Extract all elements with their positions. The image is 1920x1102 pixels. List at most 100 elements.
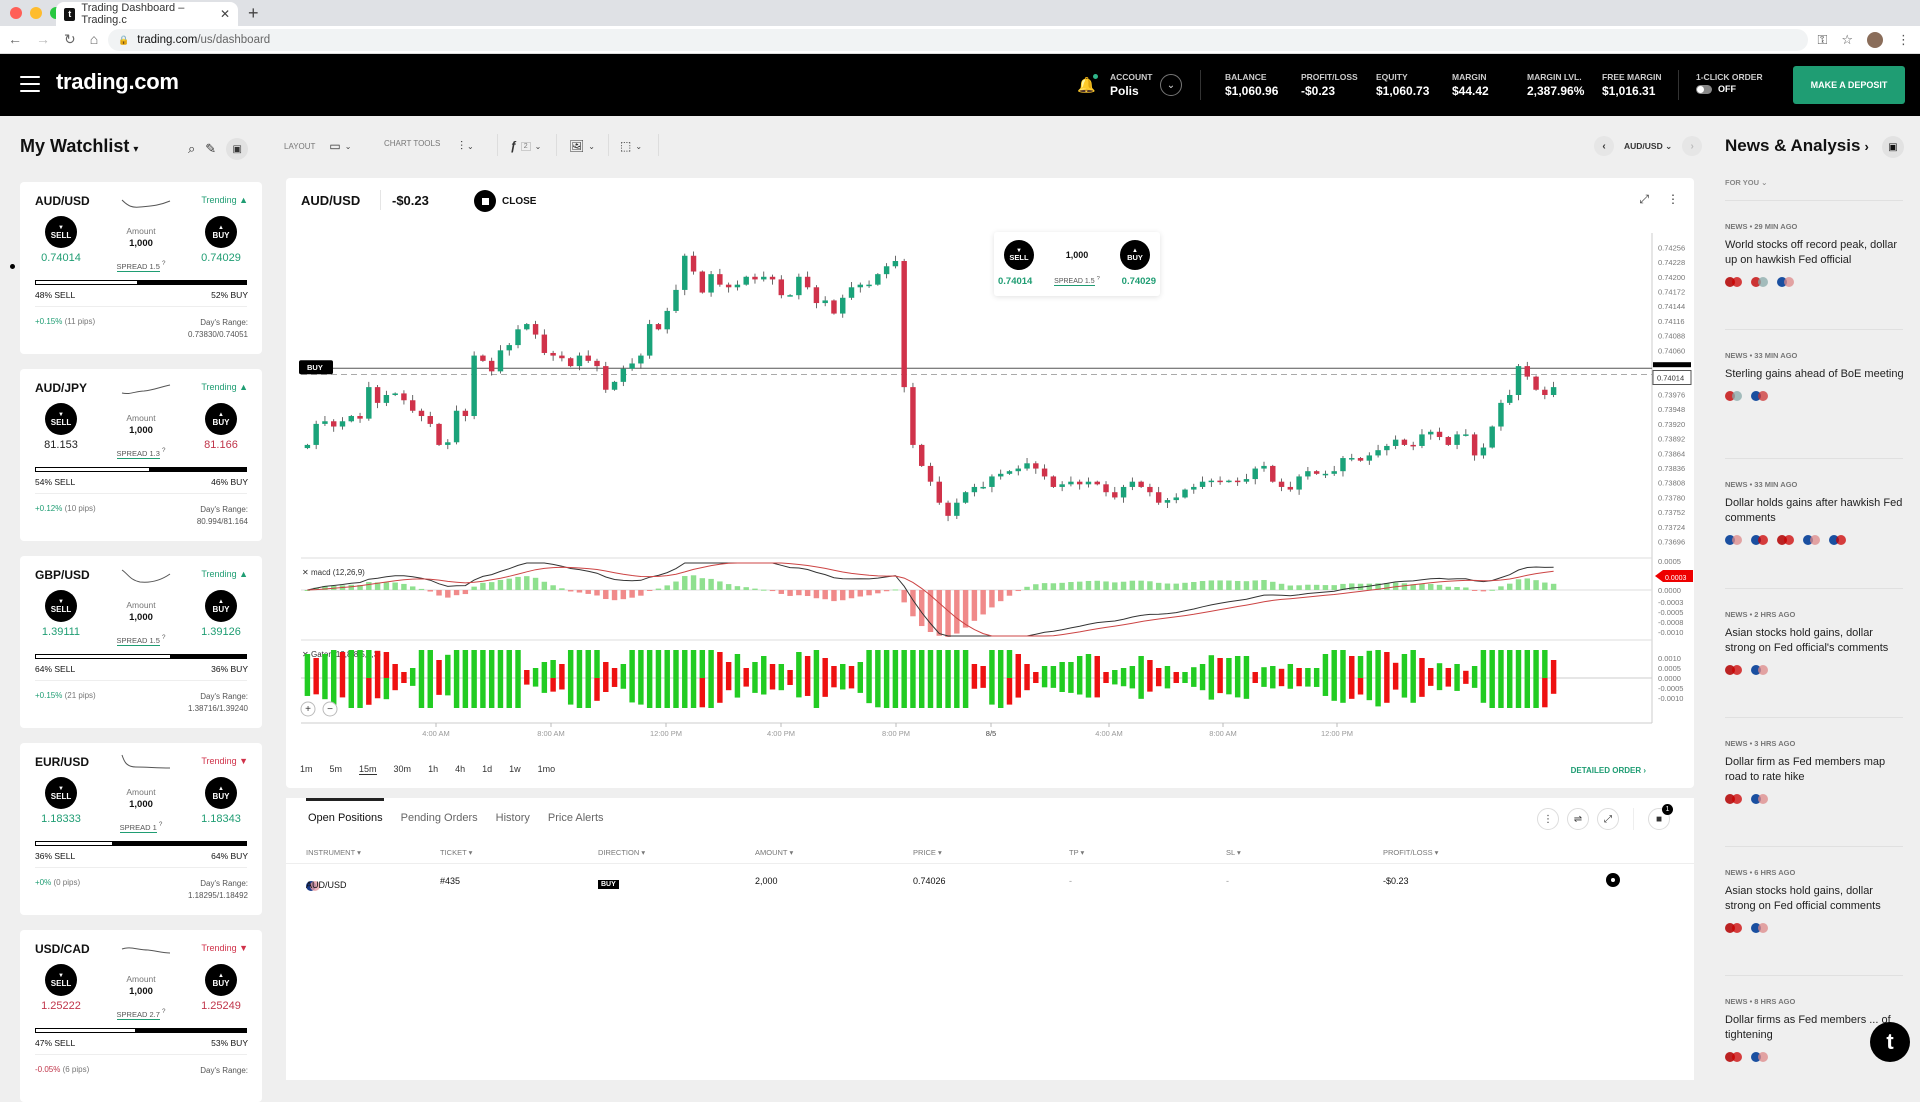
gator-lower-bar bbox=[743, 678, 749, 687]
account-dropdown-chevron-icon[interactable]: ⌄ bbox=[1160, 74, 1182, 96]
macd-histogram-bar bbox=[1331, 585, 1337, 590]
news-item[interactable]: NEWS • 3 HRS AGO Dollar firm as Fed memb… bbox=[1725, 739, 1905, 804]
minimize-window-button[interactable] bbox=[30, 7, 42, 19]
watchlist-title[interactable]: My Watchlist ▾ bbox=[20, 136, 138, 157]
watchlist-card[interactable]: USD/CAD Trending ▼ ▼ SELL Amount 1,000 ▲ B… bbox=[20, 930, 262, 1102]
column-header[interactable]: TICKET ▾ bbox=[440, 848, 472, 857]
home-icon[interactable]: ⌂ bbox=[90, 31, 98, 48]
indicators-dropdown[interactable]: ƒ 2 ⌄ bbox=[510, 139, 541, 153]
news-title[interactable]: News & Analysis › bbox=[1725, 136, 1869, 156]
previous-pair-button[interactable]: ‹ bbox=[1594, 136, 1614, 156]
column-header[interactable]: DIRECTION ▾ bbox=[598, 848, 645, 857]
close-window-button[interactable] bbox=[10, 7, 22, 19]
key-icon[interactable]: ⚿ bbox=[1817, 32, 1827, 48]
edit-pencil-icon[interactable]: ✎ bbox=[205, 141, 216, 157]
search-icon[interactable]: ⌕ bbox=[188, 141, 195, 157]
column-header[interactable]: INSTRUMENT ▾ bbox=[306, 848, 361, 857]
timeframe-5m[interactable]: 5m bbox=[330, 764, 343, 775]
macd-histogram-bar bbox=[1489, 589, 1495, 591]
buy-button[interactable]: ▲ BUY bbox=[205, 403, 237, 435]
expand-icon[interactable]: ⤢ bbox=[1597, 808, 1619, 830]
pair-selector[interactable]: AUD/USD ⌄ bbox=[1624, 141, 1672, 152]
collapse-panel-icon[interactable]: ▣ bbox=[226, 138, 249, 160]
close-tab-icon[interactable]: ✕ bbox=[220, 7, 230, 21]
profile-avatar[interactable] bbox=[1867, 32, 1883, 48]
days-range: Day's Range: 1.38716/1.39240 bbox=[187, 692, 248, 713]
back-icon[interactable]: ← bbox=[8, 31, 22, 48]
news-headline[interactable]: Asian stocks hold gains, dollar strong o… bbox=[1725, 626, 1905, 656]
buy-button[interactable]: ▲ BUY bbox=[205, 964, 237, 996]
next-pair-button[interactable]: › bbox=[1682, 136, 1703, 156]
timeframe-1w[interactable]: 1w bbox=[509, 764, 521, 775]
one-click-toggle[interactable] bbox=[1696, 85, 1712, 95]
column-header[interactable]: PROFIT/LOSS ▾ bbox=[1383, 848, 1438, 857]
news-headline[interactable]: Dollar firm as Fed members map road to r… bbox=[1725, 755, 1905, 785]
buy-button[interactable]: ▲ BUY bbox=[205, 590, 237, 622]
close-all-button[interactable]: ■ 1 bbox=[1648, 804, 1673, 830]
position-row[interactable]: AUD/USD #435 BUY 2,000 0.74026 - - -$0.2… bbox=[286, 872, 1694, 898]
news-item[interactable]: NEWS • 33 MIN AGO Dollar holds gains aft… bbox=[1725, 480, 1905, 545]
timeframe-4h[interactable]: 4h bbox=[455, 764, 465, 775]
timeframe-1mo[interactable]: 1mo bbox=[538, 764, 556, 775]
macd-histogram-bar bbox=[787, 590, 793, 596]
news-headline[interactable]: Sterling gains ahead of BoE meeting bbox=[1725, 367, 1905, 382]
gator-lower-bar bbox=[1454, 678, 1460, 691]
timeframe-15m[interactable]: 15m bbox=[359, 764, 377, 775]
watchlist-card[interactable]: AUD/JPY Trending ▲ ▼ SELL Amount 1,000 ▲ B… bbox=[20, 369, 262, 541]
column-header[interactable]: SL ▾ bbox=[1226, 848, 1241, 857]
watchlist-card[interactable]: AUD/USD Trending ▲ ▼ SELL Amount 1,000 ▲ B… bbox=[20, 182, 262, 354]
buy-button[interactable]: ▲ BUY bbox=[205, 216, 237, 248]
bookmark-star-icon[interactable]: ☆ bbox=[1841, 32, 1853, 48]
column-header[interactable]: PRICE ▾ bbox=[913, 848, 942, 857]
new-tab-button[interactable]: + bbox=[248, 3, 259, 24]
chart-type-dropdown[interactable]: ⫶ ⌄ bbox=[460, 139, 474, 154]
gator-upper-bar bbox=[1261, 667, 1267, 678]
news-headline[interactable]: Dollar holds gains after hawkish Fed com… bbox=[1725, 496, 1905, 526]
news-item[interactable]: NEWS • 29 MIN AGO World stocks off recor… bbox=[1725, 222, 1905, 287]
column-header[interactable]: TP ▾ bbox=[1069, 848, 1084, 857]
notification-bell-icon[interactable]: 🔔 bbox=[1077, 74, 1098, 94]
positions-tab[interactable]: Pending Orders bbox=[401, 812, 478, 824]
watchlist-card[interactable]: GBP/USD Trending ▲ ▼ SELL Amount 1,000 ▲ B… bbox=[20, 556, 262, 728]
hamburger-menu-icon[interactable] bbox=[20, 76, 40, 92]
news-headline[interactable]: World stocks off record peak, dollar up … bbox=[1725, 238, 1905, 268]
one-click-label: 1-CLICK ORDER bbox=[1696, 72, 1763, 82]
news-item[interactable]: NEWS • 2 HRS AGO Asian stocks hold gains… bbox=[1725, 610, 1905, 675]
reload-icon[interactable]: ↻ bbox=[64, 31, 76, 48]
url-input[interactable]: 🔒 trading.com/us/dashboard bbox=[108, 29, 1808, 51]
news-item[interactable]: NEWS • 6 HRS AGO Asian stocks hold gains… bbox=[1725, 868, 1905, 933]
browser-tab[interactable]: t Trading Dashboard – Trading.c ✕ bbox=[56, 2, 238, 26]
collapse-news-icon[interactable]: ▣ bbox=[1882, 136, 1904, 158]
positions-tab[interactable]: Open Positions bbox=[308, 812, 383, 824]
macd-histogram-bar bbox=[550, 585, 556, 590]
forward-icon[interactable]: → bbox=[36, 31, 50, 48]
time-tick-label: 8:00 AM bbox=[537, 729, 565, 738]
close-position-icon[interactable] bbox=[1606, 873, 1620, 887]
chart-template-dropdown[interactable]: 🖼 ⌄ bbox=[569, 139, 595, 153]
browser-menu-icon[interactable]: ⋮ bbox=[1897, 32, 1910, 48]
candle-body bbox=[383, 395, 390, 403]
positions-tab[interactable]: Price Alerts bbox=[548, 812, 604, 824]
news-filter-dropdown[interactable]: FOR YOU ⌄ bbox=[1725, 178, 1767, 187]
more-options-icon[interactable]: ⋮ bbox=[1537, 808, 1559, 830]
logo[interactable]: trading.com bbox=[56, 69, 179, 95]
column-header[interactable]: AMOUNT ▾ bbox=[755, 848, 793, 857]
make-deposit-button[interactable]: MAKE A DEPOSIT bbox=[1793, 66, 1905, 104]
detailed-order-link[interactable]: DETAILED ORDER › bbox=[1571, 766, 1646, 775]
timeframe-1d[interactable]: 1d bbox=[482, 764, 492, 775]
filter-settings-icon[interactable]: ⇌ bbox=[1567, 808, 1589, 830]
news-item[interactable]: NEWS • 33 MIN AGO Sterling gains ahead o… bbox=[1725, 351, 1905, 401]
timeframe-30m[interactable]: 30m bbox=[394, 764, 412, 775]
account-selector[interactable]: ACCOUNT Polis bbox=[1110, 72, 1153, 98]
positions-tab[interactable]: History bbox=[496, 812, 530, 824]
price-chart[interactable]: 0.74256 0.74228 0.74200 0.74172 0.74144 0.741… bbox=[286, 178, 1694, 788]
timeframe-1m[interactable]: 1m bbox=[300, 764, 313, 775]
layout-control[interactable]: LAYOUT ▭ ⌄ bbox=[284, 139, 351, 153]
timeframe-1h[interactable]: 1h bbox=[428, 764, 438, 775]
buy-button[interactable]: ▲ BUY bbox=[205, 777, 237, 809]
watchlist-card[interactable]: EUR/USD Trending ▼ ▼ SELL Amount 1,000 ▲ B… bbox=[20, 743, 262, 915]
drawing-tools-dropdown[interactable]: ⬚ ⌄ bbox=[620, 139, 642, 153]
quick-buy-button[interactable]: ▲ BUY bbox=[1120, 240, 1150, 270]
news-headline[interactable]: Asian stocks hold gains, dollar strong o… bbox=[1725, 884, 1905, 914]
support-chat-button[interactable]: t bbox=[1870, 1022, 1910, 1062]
